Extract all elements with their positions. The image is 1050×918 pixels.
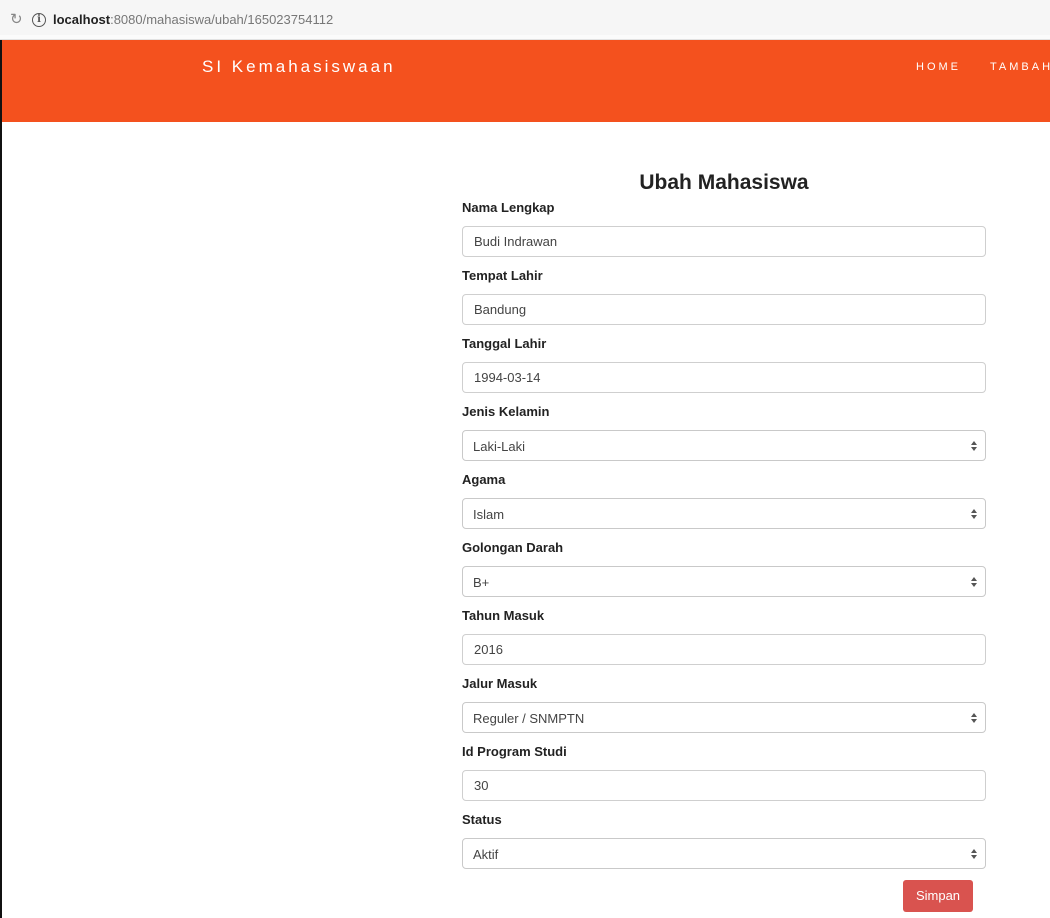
nav-home-link[interactable]: HOME xyxy=(916,60,961,74)
jenis-kelamin-select[interactable]: Laki-Laki xyxy=(462,430,986,461)
field-jenis-kelamin: Jenis Kelamin Laki-Laki xyxy=(462,404,986,461)
status-select[interactable]: Aktif xyxy=(462,838,986,869)
golongan-darah-select[interactable]: B+ xyxy=(462,566,986,597)
select-value: Laki-Laki xyxy=(473,439,526,454)
nama-lengkap-input-box xyxy=(462,226,986,257)
field-status: Status Aktif xyxy=(462,812,986,869)
select-arrows-icon xyxy=(970,846,978,862)
info-icon[interactable]: i xyxy=(32,13,46,27)
select-arrows-icon xyxy=(970,574,978,590)
tempat-lahir-input[interactable] xyxy=(463,295,985,324)
brand-link[interactable]: SI Kemahasiswaan xyxy=(202,57,396,77)
tanggal-lahir-input[interactable] xyxy=(463,363,985,392)
id-program-studi-input-box xyxy=(462,770,986,801)
field-id-program-studi: Id Program Studi xyxy=(462,744,986,801)
field-golongan-darah: Golongan Darah B+ xyxy=(462,540,986,597)
agama-select[interactable]: Islam xyxy=(462,498,986,529)
url-text[interactable]: localhost:8080/mahasiswa/ubah/1650237541… xyxy=(53,11,333,29)
field-jalur-masuk: Jalur Masuk Reguler / SNMPTN xyxy=(462,676,986,733)
reload-icon[interactable]: ↻ xyxy=(10,11,23,29)
jalur-masuk-select[interactable]: Reguler / SNMPTN xyxy=(462,702,986,733)
select-value: Islam xyxy=(473,507,505,522)
tahun-masuk-input-box xyxy=(462,634,986,665)
tempat-lahir-input-box xyxy=(462,294,986,325)
field-tanggal-lahir: Tanggal Lahir xyxy=(462,336,986,393)
select-value: B+ xyxy=(473,575,490,590)
select-arrows-icon xyxy=(970,506,978,522)
select-arrows-icon xyxy=(970,710,978,726)
navbar: SI Kemahasiswaan HOME TAMBAH xyxy=(2,40,1050,122)
field-label: Jalur Masuk xyxy=(462,676,538,691)
field-label: Tahun Masuk xyxy=(462,608,545,623)
select-arrows-icon xyxy=(970,438,978,454)
field-agama: Agama Islam xyxy=(462,472,986,529)
nama-lengkap-input[interactable] xyxy=(463,227,985,256)
browser-address-bar: ↻ i localhost:8080/mahasiswa/ubah/165023… xyxy=(0,0,1050,40)
field-label: Status xyxy=(462,812,502,827)
tahun-masuk-input[interactable] xyxy=(463,635,985,664)
nav-tambah-link[interactable]: TAMBAH xyxy=(990,60,1050,74)
url-host: localhost xyxy=(53,12,111,27)
field-label: Id Program Studi xyxy=(462,744,567,759)
field-label: Nama Lengkap xyxy=(462,200,555,215)
id-program-studi-input[interactable] xyxy=(463,771,985,800)
select-value: Reguler / SNMPTN xyxy=(473,711,585,726)
form-title: Ubah Mahasiswa xyxy=(639,171,809,194)
simpan-button[interactable]: Simpan xyxy=(903,880,973,912)
field-label: Tempat Lahir xyxy=(462,268,543,283)
select-value: Aktif xyxy=(473,847,499,862)
field-tahun-masuk: Tahun Masuk xyxy=(462,608,986,665)
field-label: Golongan Darah xyxy=(462,540,564,555)
field-label: Tanggal Lahir xyxy=(462,336,547,351)
field-label: Agama xyxy=(462,472,506,487)
field-label: Jenis Kelamin xyxy=(462,404,550,419)
url-path: :8080/mahasiswa/ubah/165023754112 xyxy=(110,12,334,27)
field-tempat-lahir: Tempat Lahir xyxy=(462,268,986,325)
tanggal-lahir-input-box xyxy=(462,362,986,393)
field-nama-lengkap: Nama Lengkap xyxy=(462,200,986,257)
